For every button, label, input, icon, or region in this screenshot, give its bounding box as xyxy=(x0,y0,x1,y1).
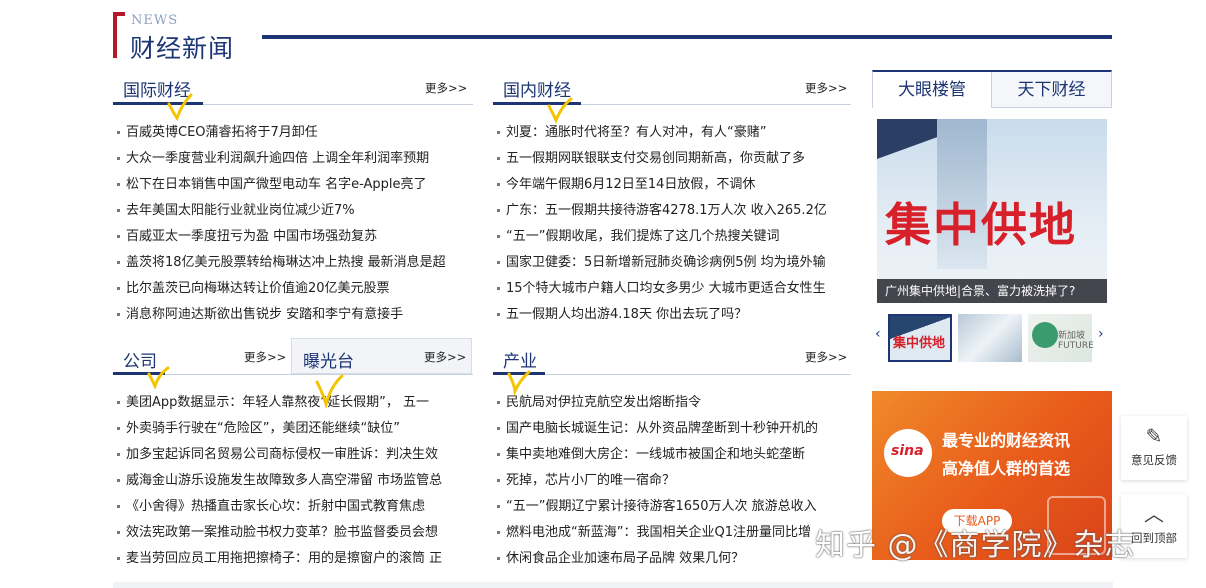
news-list-international: 百威英博CEO蒲睿拓将于7月卸任 大众一季度营业利润飙升逾四倍 上调全年利润率预… xyxy=(117,120,472,328)
list-item[interactable]: 国产电脑长城诞生记：从外资品牌垄断到十秒钟开机的 xyxy=(497,416,851,442)
list-item[interactable]: 盖茨将18亿美元股票转给梅琳达冲上热搜 最新消息是超 xyxy=(117,250,472,276)
header-news-label: NEWS xyxy=(131,13,179,28)
more-link-exposure[interactable]: 更多>> xyxy=(424,349,466,365)
promo-caption[interactable]: 广州集中供地|合景、富力被洗掉了? xyxy=(877,279,1107,303)
list-item[interactable]: 大众一季度营业利润飙升逾四倍 上调全年利润率预期 xyxy=(117,146,472,172)
watermark: 知乎 @《商学院》杂志 xyxy=(815,528,1136,563)
feedback-button[interactable]: ✎ 意见反馈 xyxy=(1121,416,1187,480)
list-item[interactable]: 死掉，芯片小厂的唯一宿命？ xyxy=(497,468,851,494)
promo-headline: 集中供地 xyxy=(885,198,1077,252)
header-rule xyxy=(262,35,1112,39)
ad-line-1: 最专业的财经资讯 xyxy=(942,431,1071,450)
list-item[interactable]: 比尔盖茨已向梅琳达转让价值逾20亿美元股票 xyxy=(117,276,472,302)
list-item[interactable]: 燃料电池成“新蓝海”：我国相关企业Q1注册量同比增 xyxy=(497,520,851,546)
check-mark-icon xyxy=(167,93,193,122)
list-item[interactable]: 百威亚太一季度扭亏为盈 中国市场强劲复苏 xyxy=(117,224,472,250)
list-item[interactable]: 《小舍得》热播直击家长心坎：折射中国式教育焦虑 xyxy=(117,494,472,520)
ad-line-2: 高净值人群的首选 xyxy=(942,459,1071,478)
more-link-international[interactable]: 更多>> xyxy=(425,80,467,96)
check-mark-icon xyxy=(315,374,344,408)
news-list-company: 美团App数据显示：年轻人靠熬夜“延长假期”， 五一 外卖骑手行驶在“危险区”，… xyxy=(117,390,472,572)
list-item[interactable]: 外卖骑手行驶在“危险区”，美团还能继续“缺位” xyxy=(117,416,472,442)
list-item[interactable]: 效法宪政第一案推动脸书权力变革？脸书监督委员会想 xyxy=(117,520,472,546)
carousel-thumb-2[interactable] xyxy=(958,314,1022,362)
header-accent-cap xyxy=(113,12,125,16)
section-divider xyxy=(493,374,851,375)
list-item[interactable]: 去年美国太阳能行业就业岗位减少近7% xyxy=(117,198,472,224)
list-item[interactable]: 五一假期人均出游4.18天 你出去玩了吗？ xyxy=(497,302,851,328)
sina-logo-icon: sina xyxy=(884,429,932,477)
promo-banner[interactable]: 集中供地 广州集中供地|合景、富力被洗掉了? xyxy=(877,119,1107,303)
pencil-icon: ✎ xyxy=(1145,424,1163,448)
check-mark-icon xyxy=(547,97,573,124)
right-tabs: 大眼楼管 天下财经 xyxy=(872,70,1112,108)
list-item[interactable]: “五一”假期收尾，我们提炼了这几个热搜关键词 xyxy=(497,224,851,250)
header-accent-bar xyxy=(113,12,117,58)
list-item[interactable]: 麦当劳回应员工用拖把擦椅子：用的是擦窗户的滚筒 正 xyxy=(117,546,472,572)
page-title: 财经新闻 xyxy=(130,34,235,63)
list-item[interactable]: 威海金山游乐设施发生故障致多人高空滞留 市场监管总 xyxy=(117,468,472,494)
more-link-company[interactable]: 更多>> xyxy=(244,349,286,365)
bottom-divider xyxy=(113,582,1113,588)
check-mark-icon xyxy=(507,370,531,396)
more-link-domestic[interactable]: 更多>> xyxy=(805,80,847,96)
list-item[interactable]: 国家卫健委：5日新增新冠肺炎确诊病例5例 均为境外输 xyxy=(497,250,851,276)
more-link-industry[interactable]: 更多>> xyxy=(805,349,847,365)
list-item[interactable]: 加多宝起诉同名贸易公司商标侵权一审胜诉：判决生效 xyxy=(117,442,472,468)
carousel-thumb-3[interactable]: 新加坡 FUTURE xyxy=(1028,314,1094,362)
list-item[interactable]: 15个特大城市户籍人口均女多男少 大城市更适合女性生 xyxy=(497,276,851,302)
list-item[interactable]: 消息称阿迪达斯欲出售锐步 安踏和李宁有意接手 xyxy=(117,302,472,328)
list-item[interactable]: 民航局对伊拉克航空发出熔断指令 xyxy=(497,390,851,416)
list-item[interactable]: 今年端午假期6月12日至14日放假，不调休 xyxy=(497,172,851,198)
news-list-industry: 民航局对伊拉克航空发出熔断指令 国产电脑长城诞生记：从外资品牌垄断到十秒钟开机的… xyxy=(497,390,851,572)
tab-daye-loupan[interactable]: 大眼楼管 xyxy=(873,72,992,108)
list-item[interactable]: 松下在日本销售中国产微型电动车 名字e-Apple亮了 xyxy=(117,172,472,198)
list-item[interactable]: 五一假期网联银联支付交易创同期新高，你贡献了多 xyxy=(497,146,851,172)
list-item[interactable]: “五一”假期辽宁累计接待游客1650万人次 旅游总收入 xyxy=(497,494,851,520)
carousel-next-icon[interactable]: › xyxy=(1098,326,1104,342)
news-list-domestic: 刘夏：通胀时代将至？有人对冲，有人“豪赌” 五一假期网联银联支付交易创同期新高，… xyxy=(497,120,851,328)
check-mark-icon xyxy=(147,366,170,390)
carousel-prev-icon[interactable]: ‹ xyxy=(875,326,881,342)
feedback-label: 意见反馈 xyxy=(1131,453,1177,467)
tab-exposure[interactable]: 曝光台 xyxy=(303,347,354,372)
list-item[interactable]: 休闲食品企业加速布局子品牌 效果几何？ xyxy=(497,546,851,572)
list-item[interactable]: 广东：五一假期共接待游客4278.1万人次 收入265.2亿 xyxy=(497,198,851,224)
carousel-thumb-1[interactable]: 集中供地 xyxy=(888,314,952,362)
list-item[interactable]: 百威英博CEO蒲睿拓将于7月卸任 xyxy=(117,120,472,146)
tab-tianxia-caijing[interactable]: 天下财经 xyxy=(992,72,1111,108)
list-item[interactable]: 美团App数据显示：年轻人靠熬夜“延长假期”， 五一 xyxy=(117,390,472,416)
list-item[interactable]: 集中卖地难倒大房企：一线城市被国企和地头蛇垄断 xyxy=(497,442,851,468)
